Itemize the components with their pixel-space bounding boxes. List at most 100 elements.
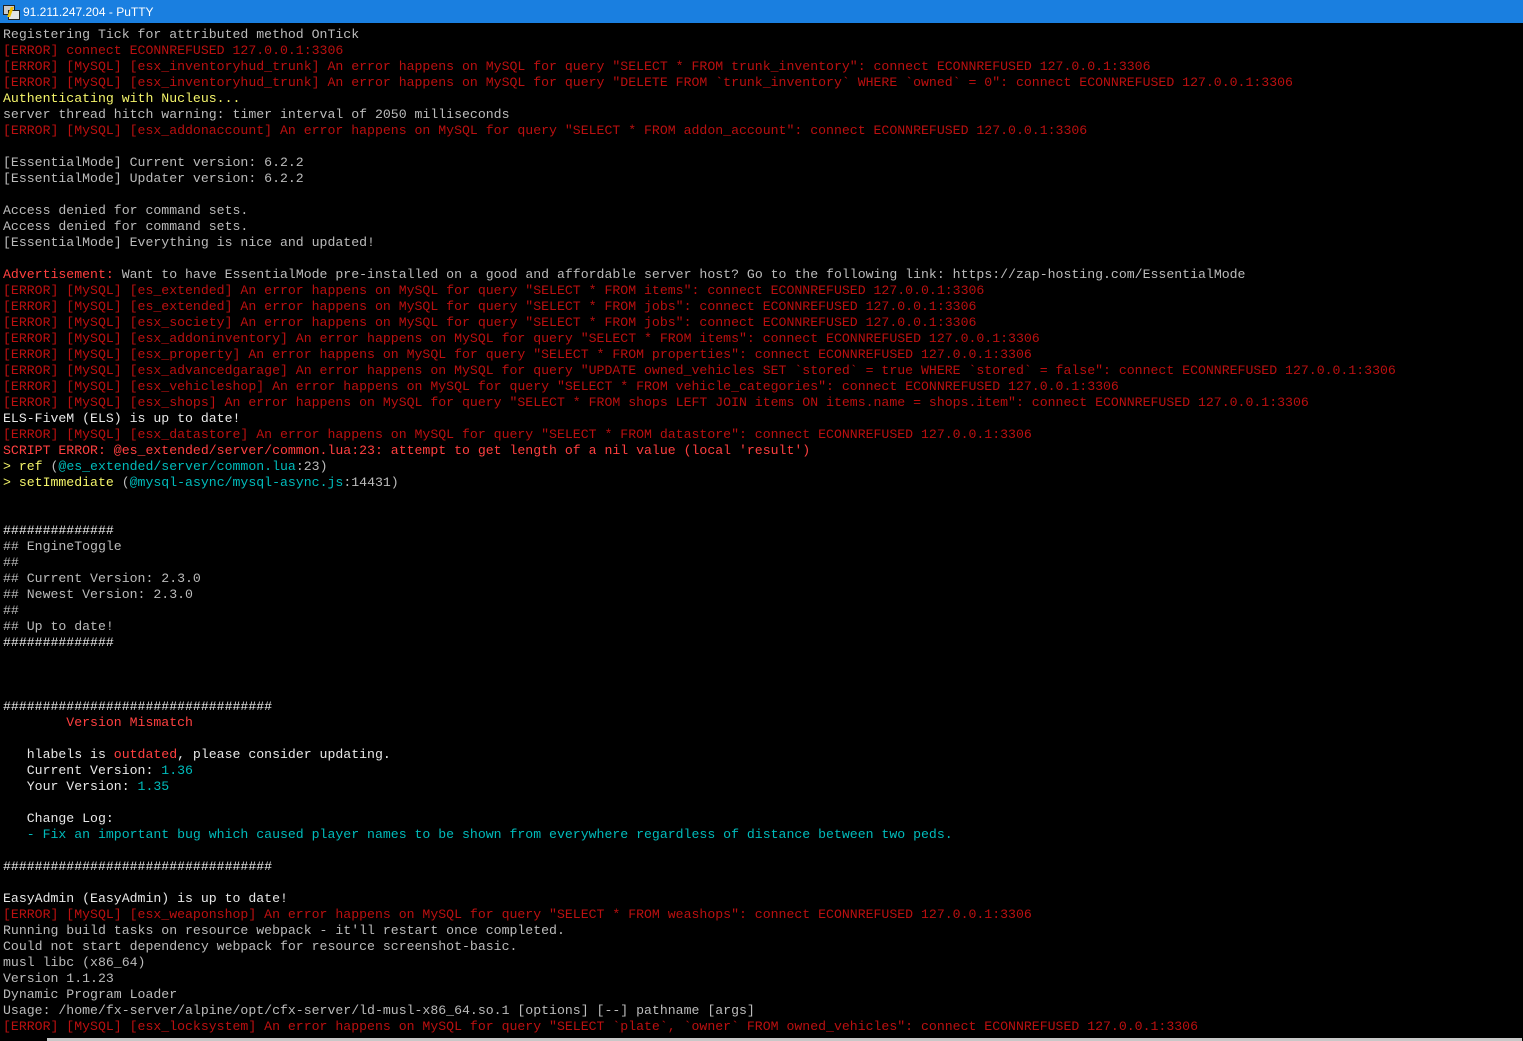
console-line: ## EngineToggle xyxy=(3,539,1521,555)
console-text: Registering Tick for attributed method O… xyxy=(3,27,360,42)
console-text: > ref xyxy=(3,459,51,474)
putty-icon[interactable] xyxy=(3,4,20,20)
console-text: ## xyxy=(3,555,19,570)
console-text: [EssentialMode] Updater version: 6.2.2 xyxy=(3,171,304,186)
console-line: > ref (@es_extended/server/common.lua:23… xyxy=(3,459,1521,475)
console-text: outdated xyxy=(113,747,178,762)
console-text: ## xyxy=(3,603,19,618)
console-text: - Fix an important bug which caused play… xyxy=(3,827,953,842)
terminal-console[interactable]: Registering Tick for attributed method O… xyxy=(0,23,1523,1041)
console-line: Usage: /home/fx-server/alpine/opt/cfx-se… xyxy=(3,1003,1521,1019)
putty-window: 91.211.247.204 - PuTTY Registering Tick … xyxy=(0,0,1523,1041)
console-text: Dynamic Program Loader xyxy=(3,987,178,1002)
console-text: 1.35 xyxy=(137,779,170,794)
console-text: musl libc (x86_64) xyxy=(3,955,146,970)
console-line: > setImmediate (@mysql-async/mysql-async… xyxy=(3,475,1521,491)
console-text: [ERROR] [MySQL] [esx_locksystem] An erro… xyxy=(3,1019,1198,1034)
console-text: ( xyxy=(121,475,130,490)
console-text: > setImmediate xyxy=(3,475,122,490)
console-text: 1.36 xyxy=(161,763,193,778)
console-line: ## Newest Version: 2.3.0 xyxy=(3,587,1521,603)
console-text: Advertisement: xyxy=(3,267,114,282)
window-title: 91.211.247.204 - PuTTY xyxy=(23,4,154,19)
console-line: [EssentialMode] Updater version: 6.2.2 xyxy=(3,171,1521,187)
console-line: [EssentialMode] Current version: 6.2.2 xyxy=(3,155,1521,171)
console-text: [ERROR] [MySQL] [es_extended] An error h… xyxy=(3,283,985,298)
console-text: Your Version: xyxy=(3,779,138,794)
console-line: Registering Tick for attributed method O… xyxy=(3,27,1521,43)
console-text: Could not start dependency webpack for r… xyxy=(3,939,518,954)
console-line: Dynamic Program Loader xyxy=(3,987,1521,1003)
console-line: Running build tasks on resource webpack … xyxy=(3,923,1521,939)
console-text: [ERROR] [MySQL] [esx_vehicleshop] An err… xyxy=(3,379,1119,394)
console-text: [EssentialMode] Current version: 6.2.2 xyxy=(3,155,304,170)
console-line: [EssentialMode] Everything is nice and u… xyxy=(3,235,1521,251)
console-line: hlabels is outdated, please consider upd… xyxy=(3,747,1521,763)
console-text: Usage: /home/fx-server/alpine/opt/cfx-se… xyxy=(3,1003,755,1018)
console-text: [ERROR] [MySQL] [esx_inventoryhud_trunk]… xyxy=(3,75,1293,90)
console-text: ################################## xyxy=(3,699,273,714)
console-line: Authenticating with Nucleus... xyxy=(3,91,1521,107)
console-line: ELS-FiveM (ELS) is up to date! xyxy=(3,411,1521,427)
console-text: ## Up to date! xyxy=(3,619,114,634)
console-line: [ERROR] [MySQL] [esx_property] An error … xyxy=(3,347,1521,363)
console-line: ################################## xyxy=(3,699,1521,715)
console-line: - Fix an important bug which caused play… xyxy=(3,827,1521,843)
console-line: [ERROR] [MySQL] [esx_shops] An error hap… xyxy=(3,395,1521,411)
console-line: server thread hitch warning: timer inter… xyxy=(3,107,1521,123)
console-text: [ERROR] [MySQL] [esx_property] An error … xyxy=(3,347,1032,362)
console-text: [ERROR] [MySQL] [esx_inventoryhud_trunk]… xyxy=(3,59,1151,74)
console-text: Running build tasks on resource webpack … xyxy=(3,923,565,938)
title-bar[interactable]: 91.211.247.204 - PuTTY xyxy=(0,0,1523,23)
console-line: [ERROR] [MySQL] [esx_inventoryhud_trunk]… xyxy=(3,75,1521,91)
console-line: ## xyxy=(3,555,1521,571)
console-line: [ERROR] [MySQL] [esx_advancedgarage] An … xyxy=(3,363,1521,379)
console-line: Advertisement: Want to have EssentialMod… xyxy=(3,267,1521,283)
console-text: Version Mismatch xyxy=(3,715,193,730)
console-line: Could not start dependency webpack for r… xyxy=(3,939,1521,955)
console-text: @es_extended/server/common.lua xyxy=(58,459,296,474)
console-text: [ERROR] connect ECONNREFUSED 127.0.0.1:3… xyxy=(3,43,344,58)
console-text: Authenticating with Nucleus... xyxy=(3,91,241,106)
console-line: Access denied for command sets. xyxy=(3,203,1521,219)
console-text: ## Current Version: 2.3.0 xyxy=(3,571,201,586)
console-line: Version 1.1.23 xyxy=(3,971,1521,987)
console-text: [ERROR] [MySQL] [esx_shops] An error hap… xyxy=(3,395,1309,410)
console-line: ############## xyxy=(3,523,1521,539)
console-text: Want to have EssentialMode pre-installed… xyxy=(113,267,1246,282)
console-text: :14431) xyxy=(343,475,399,490)
console-line: ## Up to date! xyxy=(3,619,1521,635)
console-text: Change Log: xyxy=(3,811,114,826)
console-line: [ERROR] [MySQL] [esx_society] An error h… xyxy=(3,315,1521,331)
console-text: ################################## xyxy=(3,859,273,874)
console-text: SCRIPT ERROR: @es_extended/server/common… xyxy=(3,443,811,458)
console-line: [ERROR] [MySQL] [es_extended] An error h… xyxy=(3,283,1521,299)
console-text: [EssentialMode] Everything is nice and u… xyxy=(3,235,375,250)
console-text: ## Newest Version: 2.3.0 xyxy=(3,587,193,602)
console-line: ## xyxy=(3,603,1521,619)
console-text: :23) xyxy=(295,459,328,474)
console-line: [ERROR] connect ECONNREFUSED 127.0.0.1:3… xyxy=(3,43,1521,59)
console-text: , please consider updating. xyxy=(177,747,391,762)
console-line: ############## xyxy=(3,635,1521,651)
console-output: Registering Tick for attributed method O… xyxy=(3,27,1521,1035)
console-text: ############## xyxy=(3,635,114,650)
console-text: Current Version: xyxy=(3,763,162,778)
console-line: [ERROR] [MySQL] [es_extended] An error h… xyxy=(3,299,1521,315)
console-text: [ERROR] [MySQL] [es_extended] An error h… xyxy=(3,299,977,314)
console-line: [ERROR] [MySQL] [esx_datastore] An error… xyxy=(3,427,1521,443)
console-line: Current Version: 1.36 xyxy=(3,763,1521,779)
console-text: @mysql-async/mysql-async.js xyxy=(129,475,344,490)
console-text: hlabels is xyxy=(3,747,114,762)
console-text: Access denied for command sets. xyxy=(3,203,249,218)
